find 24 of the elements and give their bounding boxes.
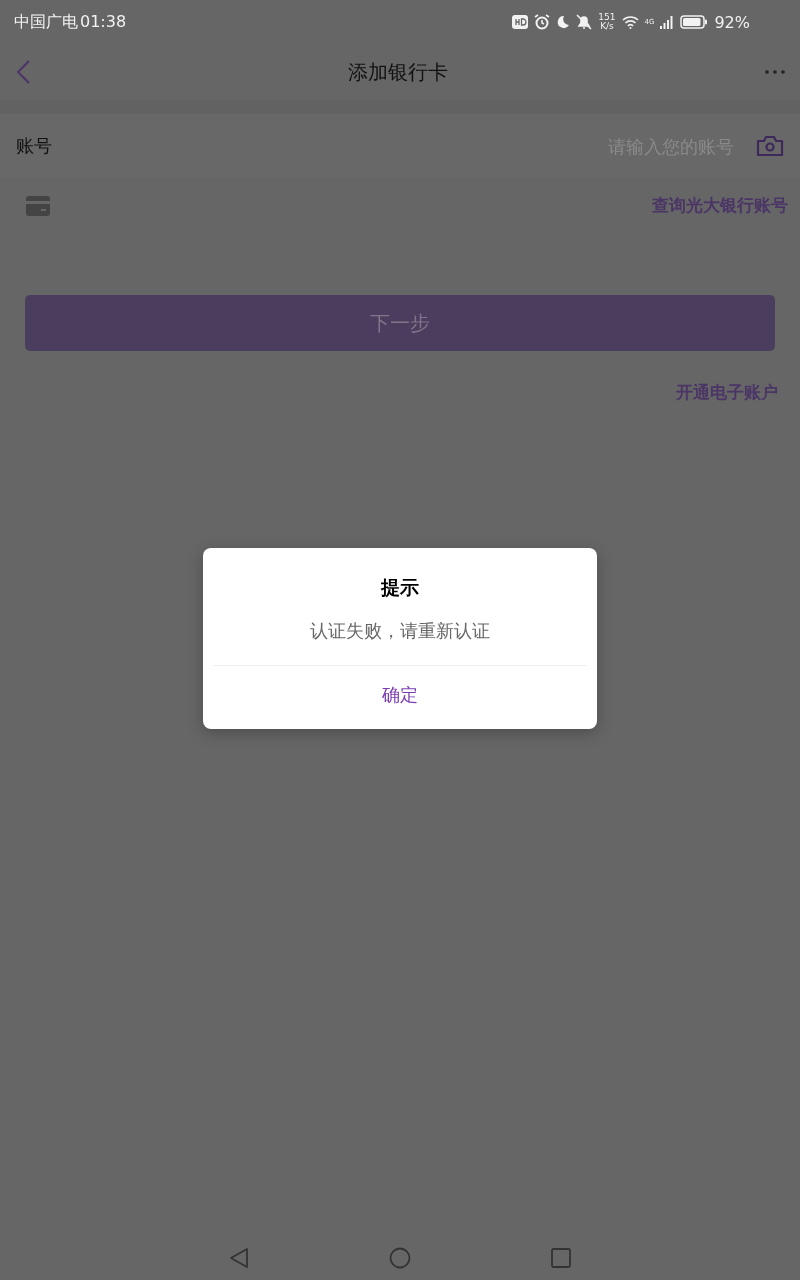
page-title: 添加银行卡 [348, 58, 448, 86]
alarm-icon [534, 14, 551, 30]
dialog-message: 认证失败，请重新认证 [310, 619, 490, 643]
muted-bell-icon [576, 14, 593, 30]
dialog-title: 提示 [381, 575, 419, 600]
battery-percent: 92% [714, 12, 750, 32]
speed-unit: K/s [600, 22, 614, 31]
battery-icon [680, 15, 709, 29]
carrier-name: 中国广电 [14, 11, 78, 33]
back-icon[interactable] [229, 1247, 249, 1269]
account-label: 账号 [16, 134, 53, 158]
signal-icon [660, 15, 675, 29]
camera-icon[interactable] [756, 135, 784, 157]
recents-icon[interactable] [551, 1248, 571, 1268]
wifi-icon [621, 15, 639, 29]
home-icon[interactable] [389, 1247, 411, 1269]
moon-icon [556, 15, 571, 29]
confirm-button[interactable]: 确定 [376, 682, 424, 708]
more-icon[interactable] [764, 69, 786, 75]
card-icon [26, 195, 50, 216]
back-icon[interactable] [14, 59, 32, 85]
speed-value: 151 [598, 13, 616, 22]
hd-icon [512, 15, 529, 29]
clock-time: 01:38 [80, 11, 127, 33]
